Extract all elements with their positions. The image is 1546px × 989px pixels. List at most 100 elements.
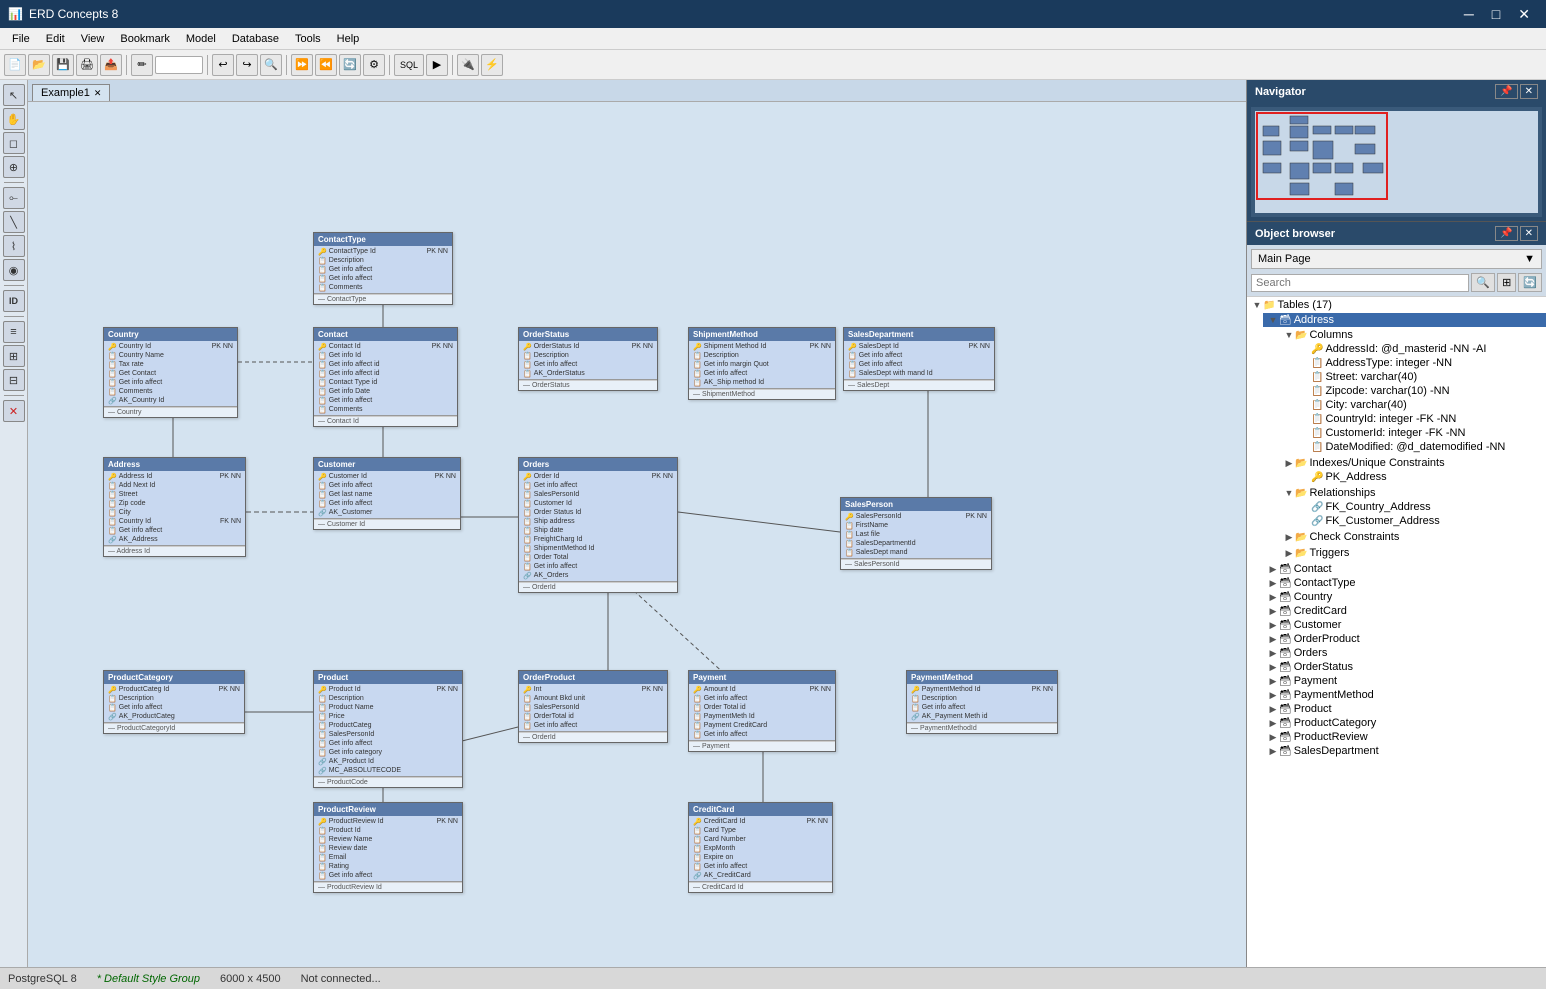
ob-indexes-row[interactable]: ▶ 📂 Indexes/Unique Constraints: [1279, 456, 1546, 470]
address-toggle[interactable]: ▼: [1267, 315, 1279, 325]
disconnect-button[interactable]: ⚡: [481, 54, 503, 76]
ob-node-customer[interactable]: ▶ 🗃 Customer: [1263, 618, 1546, 632]
zoom-input[interactable]: 40%: [155, 56, 203, 74]
forward-button[interactable]: ⏩: [291, 54, 313, 76]
ob-col-addresstype[interactable]: 📋 AddressType: integer -NN: [1295, 356, 1546, 370]
ob-search-button[interactable]: 🔍: [1471, 273, 1495, 292]
ob-triggers-row[interactable]: ▶ 📂 Triggers: [1279, 546, 1546, 560]
tab-close-icon[interactable]: ✕: [94, 88, 102, 99]
canvas-tab[interactable]: Example1 ✕: [32, 84, 110, 101]
pan-tool[interactable]: ✋: [3, 108, 25, 130]
erd-table-productcategory[interactable]: ProductCategory 🔑ProductCateg IdPK NN 📋D…: [103, 670, 245, 734]
save-button[interactable]: 💾: [52, 54, 74, 76]
menu-item-edit[interactable]: Edit: [38, 31, 73, 47]
erd-table-salesdepartment[interactable]: SalesDepartment 🔑SalesDept IdPK NN 📋Get …: [843, 327, 995, 391]
line-tool[interactable]: ⟜: [3, 187, 25, 209]
ob-fk-customer-address[interactable]: 🔗 FK_Customer_Address: [1295, 514, 1546, 528]
ob-filter-button[interactable]: ⊞: [1497, 273, 1516, 292]
refresh-button[interactable]: 🔄: [339, 54, 361, 76]
ob-pin-button[interactable]: 📌: [1495, 226, 1517, 241]
ob-relationships-row[interactable]: ▼ 📂 Relationships: [1279, 486, 1546, 500]
ob-col-zipcode[interactable]: 📋 Zipcode: varchar(10) -NN: [1295, 384, 1546, 398]
ob-tables-row[interactable]: ▼ 📁 Tables (17): [1247, 298, 1546, 312]
run-button[interactable]: ▶: [426, 54, 448, 76]
undo-button[interactable]: ↩: [212, 54, 234, 76]
ob-pk-address[interactable]: 🔑 PK_Address: [1295, 470, 1546, 484]
delete-tool[interactable]: ✕: [3, 400, 25, 422]
rect-tool[interactable]: ◻: [3, 132, 25, 154]
add-row-tool[interactable]: ⊞: [3, 345, 25, 367]
menu-item-bookmark[interactable]: Bookmark: [112, 31, 178, 47]
menu-item-model[interactable]: Model: [178, 31, 224, 47]
canvas[interactable]: ContactType 🔑ContactType IdPK NN 📋Descri…: [28, 102, 1246, 967]
ob-fk-country-address[interactable]: 🔗 FK_Country_Address: [1295, 500, 1546, 514]
select-tool[interactable]: ↖: [3, 84, 25, 106]
ob-close-button[interactable]: ✕: [1520, 226, 1538, 241]
erd-table-productreview[interactable]: ProductReview 🔑ProductReview IdPK NN 📋Pr…: [313, 802, 463, 893]
ob-address-row[interactable]: ▼ 🗃 Address: [1263, 313, 1546, 327]
dashed-tool[interactable]: ⌇: [3, 235, 25, 257]
close-button[interactable]: ✕: [1510, 4, 1538, 25]
ob-node-orderstatus[interactable]: ▶ 🗃 OrderStatus: [1263, 660, 1546, 674]
ob-node-productreview[interactable]: ▶ 🗃 ProductReview: [1263, 730, 1546, 744]
ob-check-row[interactable]: ▶ 📂 Check Constraints: [1279, 530, 1546, 544]
ob-refresh-button[interactable]: 🔄: [1518, 273, 1542, 292]
menu-item-help[interactable]: Help: [329, 31, 368, 47]
columns-toggle[interactable]: ▼: [1283, 330, 1295, 340]
ob-node-contact[interactable]: ▶ 🗃 Contact: [1263, 562, 1546, 576]
sync-button[interactable]: ⚙: [363, 54, 385, 76]
del-row-tool[interactable]: ⊟: [3, 369, 25, 391]
maximize-button[interactable]: □: [1484, 4, 1508, 25]
add-tool[interactable]: ⊕: [3, 156, 25, 178]
backward-button[interactable]: ⏪: [315, 54, 337, 76]
ob-node-country[interactable]: ▶ 🗃 Country: [1263, 590, 1546, 604]
ob-node-orderproduct[interactable]: ▶ 🗃 OrderProduct: [1263, 632, 1546, 646]
erd-table-salesperson[interactable]: SalesPerson 🔑SalesPersonIdPK NN 📋FirstNa…: [840, 497, 992, 570]
erd-table-country[interactable]: Country 🔑Country IdPK NN 📋Country Name 📋…: [103, 327, 238, 418]
menu-item-database[interactable]: Database: [224, 31, 287, 47]
triggers-toggle[interactable]: ▶: [1283, 548, 1295, 559]
erd-table-contact[interactable]: Contact 🔑Contact IdPK NN 📋Get info Id 📋G…: [313, 327, 458, 427]
erd-table-payment[interactable]: Payment 🔑Amount IdPK NN 📋Get info affect…: [688, 670, 836, 752]
ob-node-paymentmethod[interactable]: ▶ 🗃 PaymentMethod: [1263, 688, 1546, 702]
navigator-pin-button[interactable]: 📌: [1495, 84, 1517, 99]
erd-table-orderproduct[interactable]: OrderProduct 🔑IntPK NN 📋Amount Bkd unit …: [518, 670, 668, 743]
ob-col-street[interactable]: 📋 Street: varchar(40): [1295, 370, 1546, 384]
ob-col-addressid[interactable]: 🔑 AddressId: @d_masterid -NN -AI: [1295, 342, 1546, 356]
ob-node-product[interactable]: ▶ 🗃 Product: [1263, 702, 1546, 716]
new-button[interactable]: 📄: [4, 54, 26, 76]
navigator-map[interactable]: [1251, 107, 1542, 217]
connect-button[interactable]: 🔌: [457, 54, 479, 76]
menu-item-file[interactable]: File: [4, 31, 38, 47]
print-button[interactable]: 🖨: [76, 54, 98, 76]
ob-search-input[interactable]: [1251, 274, 1469, 292]
ob-node-contacttype[interactable]: ▶ 🗃 ContactType: [1263, 576, 1546, 590]
ob-node-salesdepartment[interactable]: ▶ 🗃 SalesDepartment: [1263, 744, 1546, 758]
edit-button[interactable]: ✏: [131, 54, 153, 76]
find-button[interactable]: 🔍: [260, 54, 282, 76]
ob-columns-row[interactable]: ▼ 📂 Columns: [1279, 328, 1546, 342]
pen-tool[interactable]: ╲: [3, 211, 25, 233]
sql-button[interactable]: SQL: [394, 54, 424, 76]
ob-tree[interactable]: ▼ 📁 Tables (17) ▼ 🗃 Address: [1247, 296, 1546, 967]
minimize-button[interactable]: ─: [1456, 4, 1482, 25]
open-button[interactable]: 📂: [28, 54, 50, 76]
table-tool[interactable]: ≡: [3, 321, 25, 343]
erd-table-customer[interactable]: Customer 🔑Customer IdPK NN 📋Get info aff…: [313, 457, 461, 530]
erd-table-orderstatus[interactable]: OrderStatus 🔑OrderStatus IdPK NN 📋Descri…: [518, 327, 658, 391]
erd-table-shipmentmethod[interactable]: ShipmentMethod 🔑Shipment Method IdPK NN …: [688, 327, 836, 400]
erd-table-paymentmethod[interactable]: PaymentMethod 🔑PaymentMethod IdPK NN 📋De…: [906, 670, 1058, 734]
erd-table-contacttype[interactable]: ContactType 🔑ContactType IdPK NN 📋Descri…: [313, 232, 453, 305]
ob-col-city[interactable]: 📋 City: varchar(40): [1295, 398, 1546, 412]
menu-item-view[interactable]: View: [73, 31, 113, 47]
circle-tool[interactable]: ◉: [3, 259, 25, 281]
erd-table-orders[interactable]: Orders 🔑Order IdPK NN 📋Get info affect 📋…: [518, 457, 678, 593]
export-button[interactable]: 📤: [100, 54, 122, 76]
ob-page-dropdown[interactable]: Main Page ▼: [1251, 249, 1542, 269]
check-toggle[interactable]: ▶: [1283, 532, 1295, 543]
indexes-toggle[interactable]: ▶: [1283, 458, 1295, 469]
ob-col-datemodified[interactable]: 📋 DateModified: @d_datemodified -NN: [1295, 440, 1546, 454]
redo-button[interactable]: ↪: [236, 54, 258, 76]
navigator-close-button[interactable]: ✕: [1520, 84, 1538, 99]
ob-col-countryid[interactable]: 📋 CountryId: integer -FK -NN: [1295, 412, 1546, 426]
